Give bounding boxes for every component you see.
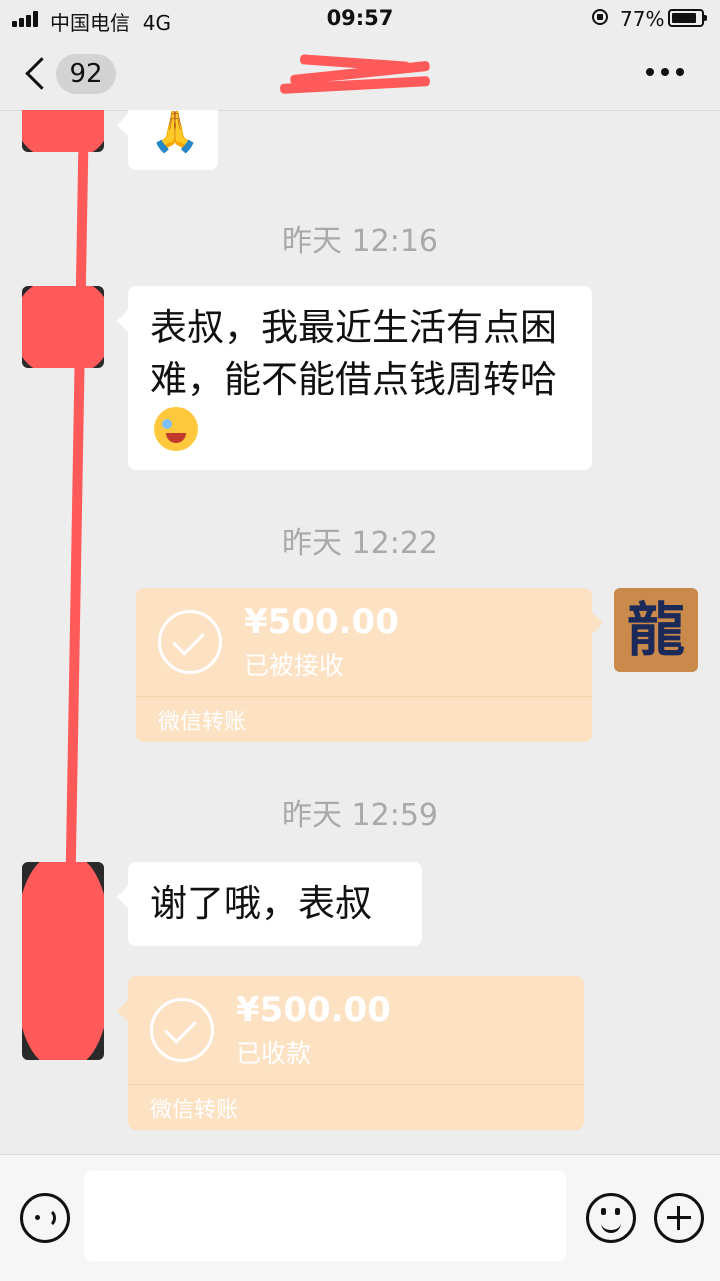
transfer-bubble-sent[interactable]: ¥500.00 已被接收 微信转账	[136, 588, 603, 742]
rotation-lock-icon	[592, 9, 608, 25]
chat-header: 92	[0, 36, 720, 111]
back-button[interactable]: 92	[22, 54, 132, 94]
battery-percent: 77%	[620, 7, 665, 31]
transfer-status: 已被接收	[244, 651, 345, 680]
pray-emoji: 🙏	[150, 110, 200, 155]
contact-avatar[interactable]	[22, 862, 104, 1060]
transfer-bubble-received[interactable]: ¥500.00 已收款 微信转账	[117, 976, 584, 1130]
transfer-status: 已收款	[236, 1039, 312, 1068]
timestamp: 昨天 12:16	[282, 224, 438, 259]
message-text: 表叔，我最近生活有点困难，能不能借点钱周转哈	[150, 306, 557, 401]
contact-avatar[interactable]	[22, 110, 104, 152]
plus-icon[interactable]	[654, 1193, 704, 1243]
message-text: 谢了哦，表叔	[150, 882, 372, 925]
check-circle-icon	[150, 998, 214, 1062]
chat-title-redacted	[279, 48, 440, 98]
more-options-button[interactable]	[646, 66, 686, 78]
check-circle-icon	[158, 610, 222, 674]
message-bubble[interactable]: 谢了哦，表叔	[117, 862, 422, 946]
transfer-amount: ¥500.00	[236, 990, 391, 1030]
status-time: 09:57	[326, 6, 394, 30]
crying-laughing-emoji	[154, 407, 198, 451]
transfer-amount: ¥500.00	[244, 602, 399, 642]
message-bubble-partial: 🙏	[117, 110, 218, 170]
emoji-icon[interactable]	[586, 1193, 636, 1243]
input-bar	[0, 1154, 720, 1281]
message-bubble[interactable]: 表叔，我最近生活有点困难，能不能借点钱周转哈	[117, 286, 592, 470]
timestamp: 昨天 12:22	[282, 526, 438, 561]
battery-icon	[668, 9, 707, 27]
unread-count-badge: 92	[56, 54, 116, 94]
voice-icon[interactable]	[20, 1193, 70, 1243]
status-bar: 中国电信 4G 09:57 77%	[0, 0, 720, 36]
chat-area: 🙏 昨天 12:16 表叔，我最近生活有点困难，能不能借点钱周转哈 昨天 12:…	[0, 110, 720, 1154]
my-avatar[interactable]: 龍	[614, 588, 698, 672]
transfer-label: 微信转账	[158, 710, 247, 735]
transfer-label: 微信转账	[150, 1098, 239, 1123]
timestamp: 昨天 12:59	[282, 798, 438, 833]
chevron-left-icon	[25, 57, 58, 90]
contact-avatar[interactable]	[22, 286, 104, 368]
message-input[interactable]	[84, 1171, 566, 1261]
